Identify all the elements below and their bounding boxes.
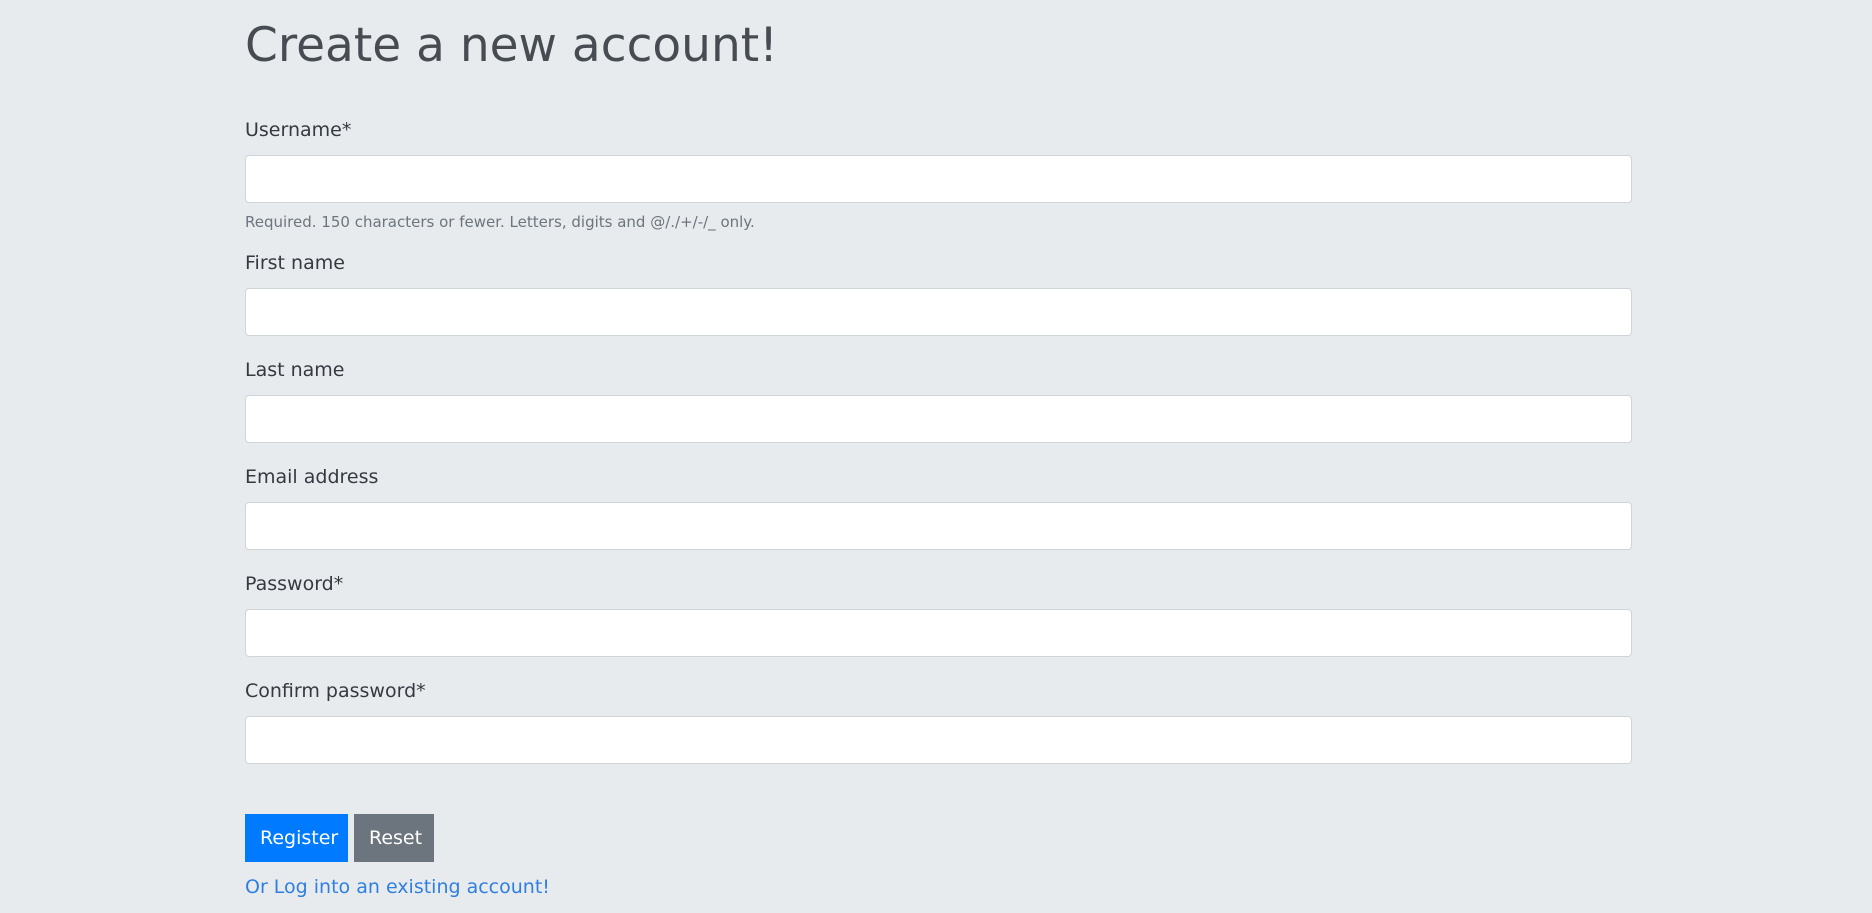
page-title: Create a new account! [245, 18, 779, 73]
register-button[interactable]: Register [245, 814, 348, 862]
username-field-group: Username* Required. 150 characters or fe… [245, 118, 1632, 232]
confirm-password-input[interactable] [245, 716, 1632, 764]
confirm-password-label: Confirm password* [245, 680, 426, 702]
email-field-group: Email address [245, 465, 1632, 550]
email-label: Email address [245, 466, 379, 488]
form-buttons: Register Reset [245, 814, 1632, 862]
first-name-field-group: First name [245, 251, 1632, 336]
username-help-text: Required. 150 characters or fewer. Lette… [245, 213, 755, 231]
last-name-field-group: Last name [245, 358, 1632, 443]
registration-form: Username* Required. 150 characters or fe… [245, 118, 1632, 898]
username-input[interactable] [245, 155, 1632, 203]
reset-button[interactable]: Reset [354, 814, 434, 862]
username-label: Username* [245, 119, 352, 141]
main-container: Create a new account! Username* Required… [245, 0, 1632, 898]
password-input[interactable] [245, 609, 1632, 657]
password-field-group: Password* [245, 572, 1632, 657]
login-link[interactable]: Or Log into an existing account! [245, 876, 550, 898]
confirm-password-field-group: Confirm password* [245, 679, 1632, 764]
password-label: Password* [245, 573, 344, 595]
last-name-label: Last name [245, 359, 345, 381]
last-name-input[interactable] [245, 395, 1632, 443]
first-name-label: First name [245, 252, 345, 274]
first-name-input[interactable] [245, 288, 1632, 336]
page: Create a new account! Username* Required… [0, 0, 1872, 913]
email-input[interactable] [245, 502, 1632, 550]
